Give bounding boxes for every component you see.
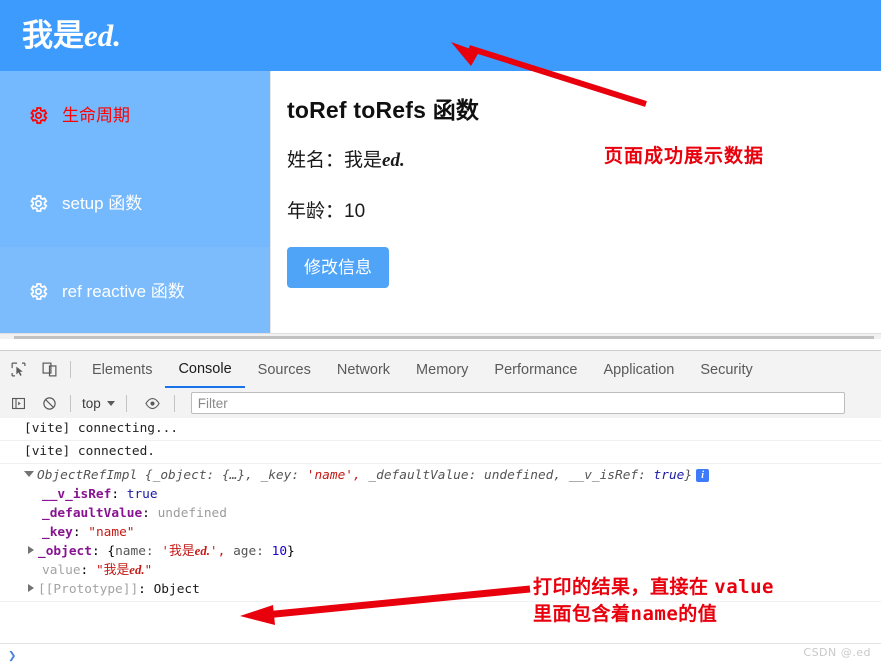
live-expression-icon[interactable]: [140, 390, 166, 416]
sidebar-item-label: setup 函数: [62, 193, 143, 213]
age-field: 年龄：10: [287, 201, 366, 222]
object-property-row: __v_isRef: true: [42, 487, 158, 502]
name-field: 姓名：我是ed.: [287, 150, 405, 171]
sidebar: 生命周期 setup 函数 ref reactive 函数: [0, 71, 270, 333]
expand-triangle-icon[interactable]: [28, 546, 34, 554]
toolbar-divider: [70, 361, 71, 378]
watermark: CSDN @.ed: [803, 646, 871, 659]
annotation-bottom-line1: 打印的结果，直接在 value: [533, 576, 774, 598]
modify-info-button[interactable]: 修改信息: [287, 247, 389, 288]
sidebar-item-label: ref reactive 函数: [62, 281, 185, 301]
info-badge-icon[interactable]: i: [696, 469, 710, 482]
tab-application[interactable]: Application: [590, 351, 687, 388]
object-property-row: _defaultValue: undefined: [42, 506, 227, 521]
console-log-row: [vite] connecting...: [0, 418, 881, 441]
toolbar-divider: [125, 394, 127, 412]
annotation-top-text: 页面成功展示数据: [604, 146, 765, 167]
clear-console-icon[interactable]: [36, 390, 62, 416]
expand-triangle-icon[interactable]: [28, 584, 34, 592]
gear-icon: [30, 194, 48, 212]
console-filter-input[interactable]: [190, 392, 845, 414]
execution-context-selector[interactable]: top: [79, 396, 118, 411]
content-panel: toRef toRefs 函数 姓名：我是ed. 年龄：10 修改信息 页面成功…: [270, 42, 881, 333]
object-class-name: ObjectRefImpl: [37, 468, 138, 483]
tab-security[interactable]: Security: [687, 351, 765, 388]
devtools-tabbar: Elements Console Sources Network Memory …: [0, 351, 881, 389]
console-log-row: [vite] connected.: [0, 441, 881, 464]
app-header: 我是ed.: [0, 0, 881, 71]
toolbar-divider: [70, 394, 71, 412]
scrollbar-left-arrow[interactable]: [0, 334, 14, 339]
tab-network[interactable]: Network: [324, 351, 403, 388]
execution-context-label: top: [82, 395, 101, 411]
tab-elements[interactable]: Elements: [79, 351, 165, 388]
sidebar-item-label: 生命周期: [62, 105, 130, 125]
page-horizontal-scrollbar[interactable]: [0, 333, 881, 339]
sidebar-item-lifecycle[interactable]: 生命周期: [0, 71, 270, 159]
device-toolbar-icon[interactable]: [36, 357, 62, 383]
expand-triangle-icon[interactable]: [24, 471, 34, 477]
object-property-row: _key: "name": [42, 525, 135, 540]
app-header-title: 我是ed.: [22, 18, 122, 53]
annotation-bottom-text: 打印的结果，直接在 value 里面包含着name的值: [533, 574, 774, 628]
sidebar-item-ref-reactive[interactable]: ref reactive 函数: [0, 247, 270, 333]
toolbar-divider: [173, 394, 175, 412]
scrollbar-thumb[interactable]: [14, 336, 874, 339]
page-title: toRef toRefs 函数: [287, 97, 480, 123]
inspect-element-icon[interactable]: [5, 357, 31, 383]
screenshot-root: 我是ed. 生命周期 setup 函数 ref reactive 函数 toRe…: [0, 0, 881, 666]
tab-sources[interactable]: Sources: [245, 351, 324, 388]
console-toolbar: top: [0, 388, 881, 419]
object-property-row-object[interactable]: _object: {name: '我是ed.', age: 10}: [0, 542, 881, 561]
console-prompt-caret-icon: ❯: [8, 648, 17, 664]
browser-page-area: 我是ed. 生命周期 setup 函数 ref reactive 函数 toRe…: [0, 0, 881, 339]
app-body: 生命周期 setup 函数 ref reactive 函数 toRef toRe…: [0, 42, 881, 339]
chevron-down-icon: [106, 400, 115, 406]
tab-console[interactable]: Console: [165, 351, 245, 388]
gear-icon: [30, 282, 48, 300]
sidebar-item-setup[interactable]: setup 函数: [0, 159, 270, 247]
tab-memory[interactable]: Memory: [403, 351, 481, 388]
console-sidebar-icon[interactable]: [5, 390, 31, 416]
tab-performance[interactable]: Performance: [481, 351, 590, 388]
console-prompt-bar[interactable]: ❯: [0, 643, 881, 666]
gear-icon: [30, 106, 48, 124]
object-summary-line[interactable]: ObjectRefImpl {_object: {…}, _key: 'name…: [0, 466, 881, 485]
annotation-bottom-line2: 里面包含着name的值: [533, 603, 718, 625]
